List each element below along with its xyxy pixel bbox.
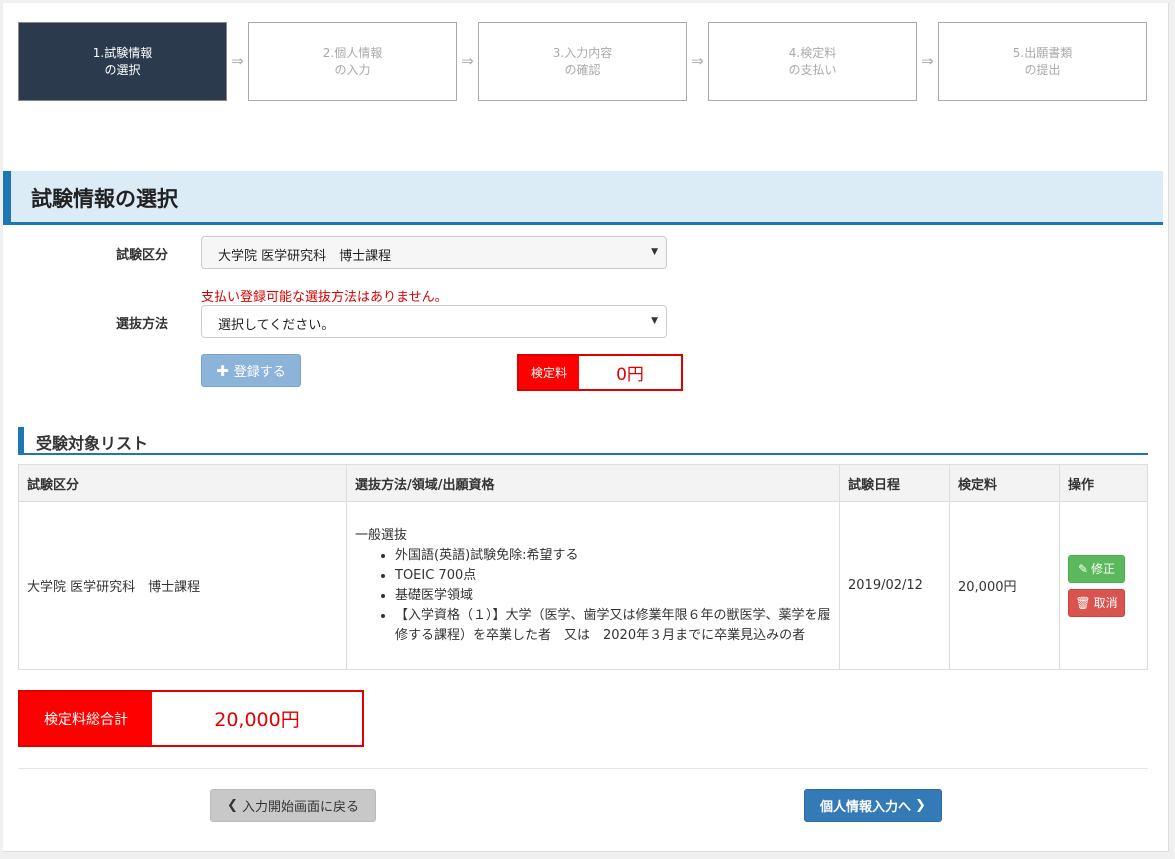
- step-arrow-3: ⇒: [691, 52, 704, 70]
- step-1-label: 1.試験情報 の選択: [92, 45, 153, 77]
- step-arrow-4: ⇒: [921, 52, 934, 70]
- next-button[interactable]: 個人情報入力へ ❯: [804, 789, 942, 822]
- selection-method-label: 選抜方法: [116, 317, 169, 332]
- fee-display: 検定料 0円: [517, 354, 683, 391]
- total-fee-display: 検定料総合計 20,000円: [18, 690, 364, 747]
- step-4-label: 4.検定料 の支払い: [788, 45, 837, 77]
- chevron-right-icon: ❯: [915, 798, 926, 813]
- exam-list-table: 試験区分 選抜方法/領域/出願資格 試験日程 検定料 操作 大学院 医学研究科 …: [18, 464, 1148, 670]
- total-fee-label: 検定料総合計: [20, 692, 152, 745]
- fee-value: 0円: [616, 365, 644, 385]
- method-items: 外国語(英語)試験免除:希望する TOEIC 700点 基礎医学領域 【入学資格…: [355, 546, 831, 646]
- method-item: TOEIC 700点: [395, 566, 831, 586]
- error-message: 支払い登録可能な選抜方法はありません。: [201, 290, 448, 305]
- page-title: 試験情報の選択: [31, 187, 178, 211]
- edit-icon: ✎: [1077, 561, 1089, 576]
- list-title: 受験対象リスト: [36, 434, 149, 453]
- method-item: 基礎医学領域: [395, 586, 831, 606]
- table-header-row: 試験区分 選抜方法/領域/出願資格 試験日程 検定料 操作: [18, 464, 1148, 502]
- selection-method-value: 選択してください。: [218, 318, 335, 333]
- step-4: 4.検定料 の支払い: [708, 22, 917, 101]
- col-fee: 検定料: [949, 464, 1060, 502]
- chevron-left-icon: ❮: [227, 798, 238, 813]
- row-method: 一般選抜 外国語(英語)試験免除:希望する TOEIC 700点 基礎医学領域 …: [346, 501, 840, 670]
- progress-steps: 1.試験情報 の選択 ⇒ 2.個人情報 の入力 ⇒ 3.入力内容 の確認 ⇒ 4…: [18, 22, 1158, 102]
- plus-icon: ✚: [216, 361, 229, 380]
- row-date: 2019/02/12: [839, 501, 950, 670]
- cancel-button-label: 取消: [1093, 596, 1118, 610]
- section-header: 試験情報の選択: [3, 171, 1163, 225]
- edit-button-label: 修正: [1091, 562, 1116, 576]
- edit-button[interactable]: ✎ 修正: [1068, 554, 1125, 583]
- exam-category-label: 試験区分: [116, 248, 169, 263]
- caret-down-icon: ▼: [651, 247, 658, 257]
- step-2-label: 2.個人情報 の入力: [322, 45, 383, 77]
- exam-category-select[interactable]: 大学院 医学研究科 博士課程 ▼: [201, 236, 667, 269]
- method-item: 外国語(英語)試験免除:希望する: [395, 546, 831, 566]
- step-2: 2.個人情報 の入力: [248, 22, 457, 101]
- fee-label: 検定料: [519, 356, 579, 389]
- trash-icon: 🗑: [1075, 595, 1091, 610]
- step-arrow-1: ⇒: [231, 52, 244, 70]
- divider: [18, 768, 1148, 769]
- back-button-label: 入力開始画面に戻る: [241, 800, 359, 815]
- next-button-label: 個人情報入力へ: [820, 800, 912, 815]
- step-arrow-2: ⇒: [461, 52, 474, 70]
- cancel-button[interactable]: 🗑 取消: [1068, 588, 1125, 617]
- method-title: 一般選抜: [355, 527, 408, 543]
- step-3-label: 3.入力内容 の確認: [552, 45, 613, 77]
- caret-down-icon: ▼: [651, 316, 658, 326]
- method-item: 【入学資格（１）】大学（医学、歯学又は修業年限６年の獣医学、薬学を履修する課程）…: [395, 606, 831, 646]
- register-button[interactable]: ✚ 登録する: [201, 354, 301, 387]
- step-5: 5.出願書類 の提出: [938, 22, 1147, 101]
- list-header: 受験対象リスト: [18, 427, 1148, 455]
- step-3: 3.入力内容 の確認: [478, 22, 687, 101]
- register-button-label: 登録する: [233, 365, 286, 380]
- selection-method-select[interactable]: 選択してください。 ▼: [201, 305, 667, 338]
- row-operations: ✎ 修正 🗑 取消: [1059, 501, 1148, 670]
- col-selection-method: 選抜方法/領域/出願資格: [346, 464, 840, 502]
- step-1: 1.試験情報 の選択: [18, 22, 227, 101]
- page: 1.試験情報 の選択 ⇒ 2.個人情報 の入力 ⇒ 3.入力内容 の確認 ⇒ 4…: [3, 3, 1169, 852]
- exam-category-value: 大学院 医学研究科 博士課程: [218, 249, 392, 264]
- row-category: 大学院 医学研究科 博士課程: [18, 501, 347, 670]
- total-fee-value: 20,000円: [214, 709, 300, 731]
- col-exam-category: 試験区分: [18, 464, 347, 502]
- row-fee: 20,000円: [949, 501, 1060, 670]
- step-5-label: 5.出願書類 の提出: [1012, 45, 1073, 77]
- table-row: 大学院 医学研究科 博士課程 一般選抜 外国語(英語)試験免除:希望する TOE…: [18, 501, 1148, 670]
- col-exam-date: 試験日程: [839, 464, 950, 502]
- back-button[interactable]: ❮ 入力開始画面に戻る: [210, 789, 376, 822]
- col-operation: 操作: [1059, 464, 1148, 502]
